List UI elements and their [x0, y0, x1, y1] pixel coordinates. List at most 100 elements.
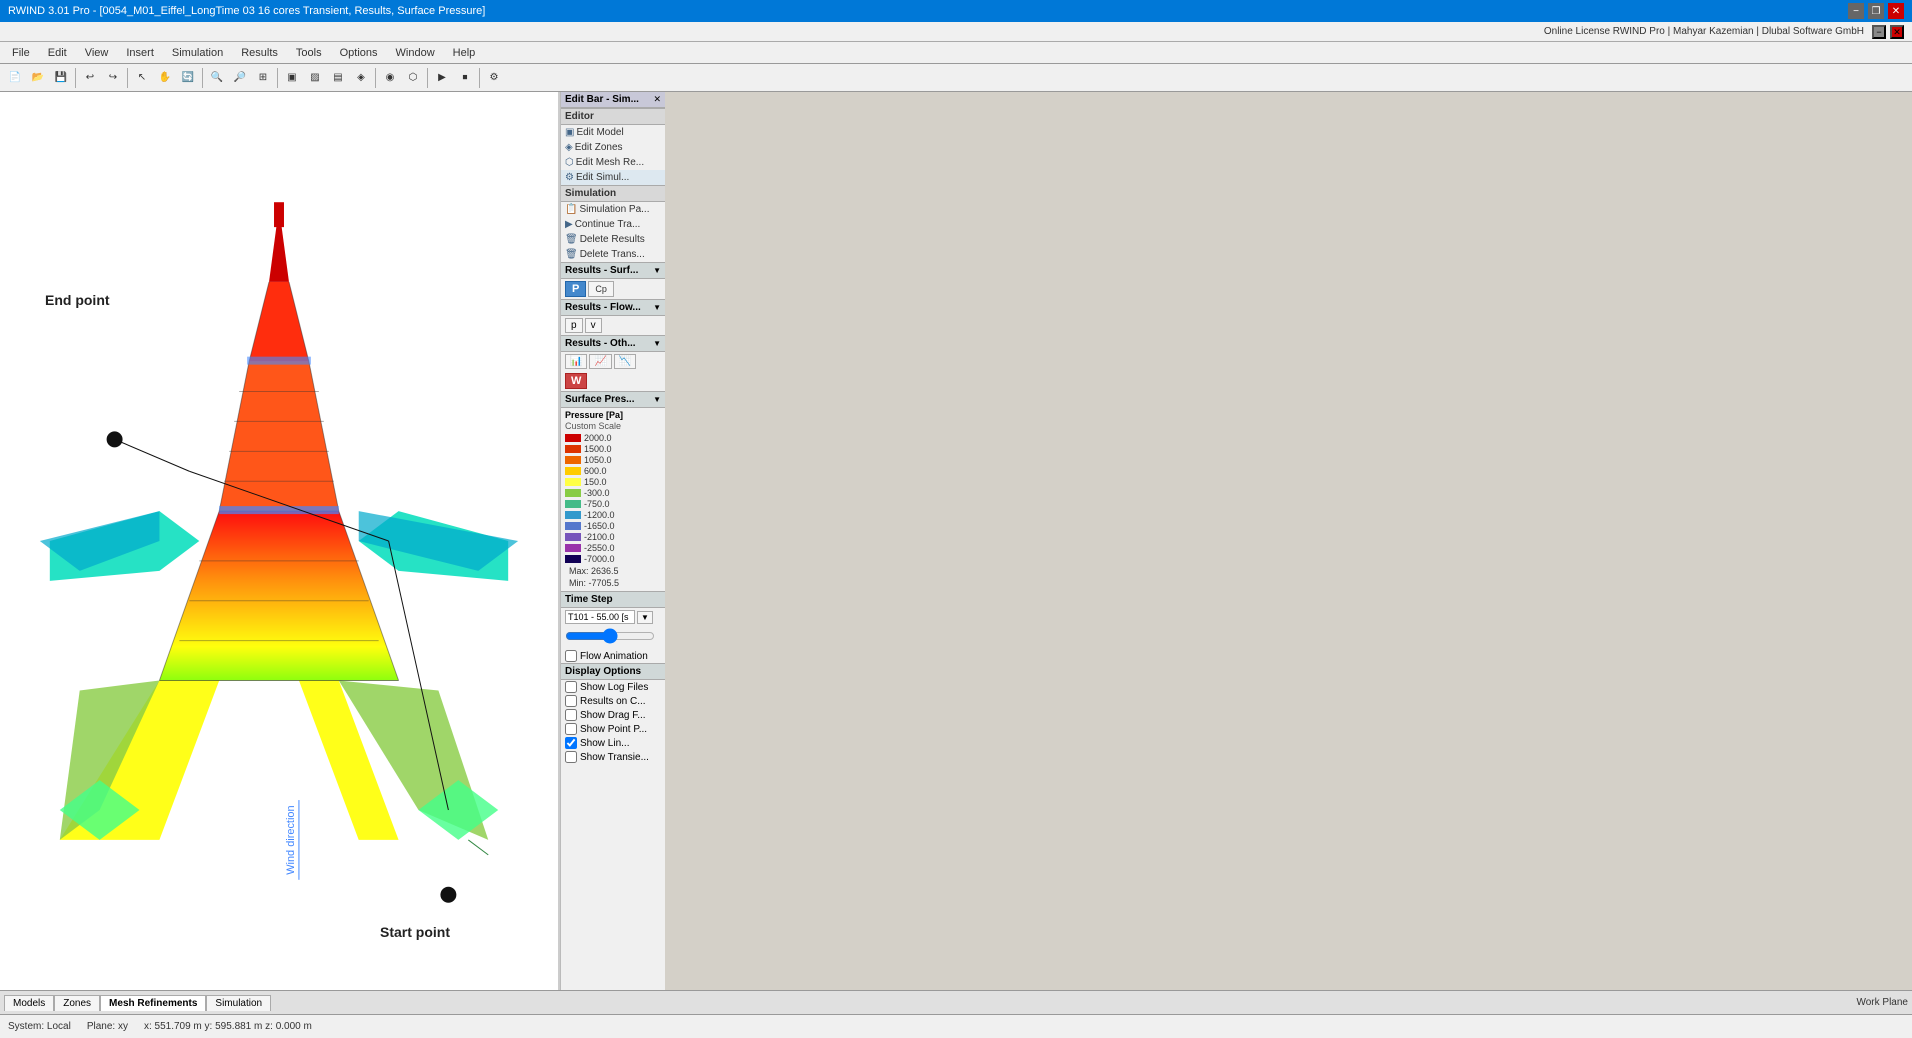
simulation-section-header: Simulation	[561, 185, 665, 202]
simul-params-btn[interactable]: 📋 Simulation Pa...	[561, 202, 665, 217]
flow-p-btn[interactable]: p	[565, 318, 583, 333]
tb-stop[interactable]: ⏹	[454, 67, 476, 89]
scale-row-2: 1050.0	[565, 455, 661, 465]
results-oth-icon1[interactable]: 📊	[565, 354, 587, 369]
online-license-bar: Online License RWIND Pro | Mahyar Kazemi…	[0, 22, 1912, 42]
tb-new[interactable]: 📄	[4, 67, 26, 89]
delete-trans-icon: 🗑	[565, 249, 578, 260]
menu-help[interactable]: Help	[445, 45, 484, 61]
tb-view-side[interactable]: ▨	[304, 67, 326, 89]
min-value: -7705.5	[589, 578, 620, 588]
pressure-cp-btn[interactable]: Cp	[588, 281, 614, 297]
tb-view-3d[interactable]: ◈	[350, 67, 372, 89]
show-point-p-row: Show Point P...	[561, 722, 665, 736]
close-button[interactable]: ✕	[1888, 3, 1904, 19]
tb-move[interactable]: ✋	[154, 67, 176, 89]
pressure-p-btn[interactable]: P	[565, 281, 586, 297]
edit-model-btn[interactable]: ▣ Edit Model	[561, 125, 665, 140]
results-on-c-row: Results on C...	[561, 694, 665, 708]
show-lin-checkbox[interactable]	[565, 737, 577, 749]
results-oth-icon3[interactable]: 📉	[614, 354, 636, 369]
tb-save[interactable]: 💾	[50, 67, 72, 89]
system-status: System: Local	[8, 1021, 71, 1032]
edit-simul-btn[interactable]: ⚙ Edit Simul...	[561, 170, 665, 185]
menu-results[interactable]: Results	[233, 45, 286, 61]
right-panel: Edit Bar - Sim... ✕ Editor ▣ Edit Model …	[560, 92, 665, 990]
tb-play[interactable]: ▶	[431, 67, 453, 89]
menu-view[interactable]: View	[77, 45, 117, 61]
flow-animation-checkbox[interactable]	[565, 650, 577, 662]
scale-row-4: 150.0	[565, 477, 661, 487]
show-point-p-checkbox[interactable]	[565, 723, 577, 735]
results-on-c-checkbox[interactable]	[565, 695, 577, 707]
max-value: 2636.5	[591, 566, 619, 576]
tb-sep-2	[127, 68, 128, 88]
3d-viewport[interactable]: Wind direction End point Start point	[0, 92, 560, 990]
tab-models[interactable]: Models	[4, 995, 54, 1011]
tb-zoom-in[interactable]: 🔍	[206, 67, 228, 89]
scale-row-7: -1200.0	[565, 510, 661, 520]
tb-rotate[interactable]: 🔄	[177, 67, 199, 89]
tb-render[interactable]: ◉	[379, 67, 401, 89]
scale-val-8: -1650.0	[584, 521, 615, 531]
show-log-files-label: Show Log Files	[580, 682, 648, 693]
scale-color-8	[565, 522, 581, 530]
minimize-button[interactable]: −	[1848, 3, 1864, 19]
results-oth-icon2[interactable]: 📈	[589, 354, 611, 369]
time-step-input[interactable]	[565, 610, 635, 624]
tb-sep-6	[427, 68, 428, 88]
tb-mesh[interactable]: ⬡	[402, 67, 424, 89]
results-oth-w-btn[interactable]: W	[565, 373, 587, 389]
online-bar-close[interactable]: ✕	[1890, 25, 1904, 39]
tb-settings[interactable]: ⚙	[483, 67, 505, 89]
menu-tools[interactable]: Tools	[288, 45, 330, 61]
window-controls: − ❐ ✕	[1848, 3, 1904, 19]
scale-color-7	[565, 511, 581, 519]
continue-trans-btn[interactable]: ▶ Continue Tra...	[561, 217, 665, 232]
restore-button[interactable]: ❐	[1868, 3, 1884, 19]
tb-redo[interactable]: ↪	[102, 67, 124, 89]
menu-insert[interactable]: Insert	[118, 45, 162, 61]
menu-file[interactable]: File	[4, 45, 38, 61]
online-bar-minimize[interactable]: −	[1872, 25, 1886, 39]
scale-row-8: -1650.0	[565, 521, 661, 531]
delete-trans-btn[interactable]: 🗑 Delete Trans...	[561, 247, 665, 262]
tab-mesh-refinements[interactable]: Mesh Refinements	[100, 995, 206, 1011]
tb-undo[interactable]: ↩	[79, 67, 101, 89]
scale-color-11	[565, 555, 581, 563]
flow-animation-row: Flow Animation	[561, 649, 665, 663]
scale-color-5	[565, 489, 581, 497]
tb-view-front[interactable]: ▣	[281, 67, 303, 89]
tb-view-top[interactable]: ▤	[327, 67, 349, 89]
tb-select[interactable]: ↖	[131, 67, 153, 89]
edit-bar-close[interactable]: ✕	[653, 94, 661, 105]
show-drag-f-checkbox[interactable]	[565, 709, 577, 721]
results-surf-header: Results - Surf...	[565, 265, 638, 276]
edit-zones-btn[interactable]: ◈ Edit Zones	[561, 140, 665, 155]
scale-color-6	[565, 500, 581, 508]
tab-simulation[interactable]: Simulation	[206, 995, 271, 1011]
delete-results-btn[interactable]: 🗑 Delete Results	[561, 232, 665, 247]
time-step-dropdown[interactable]: ▼	[637, 611, 653, 624]
time-step-slider[interactable]	[565, 628, 655, 644]
tab-zones[interactable]: Zones	[54, 995, 100, 1011]
pressure-unit-label: Pressure [Pa]	[565, 410, 661, 420]
tb-zoom-fit[interactable]: ⊞	[252, 67, 274, 89]
show-transie-checkbox[interactable]	[565, 751, 577, 763]
results-oth-chevron: ▼	[653, 339, 661, 348]
display-options-header: Display Options	[565, 666, 641, 677]
menu-window[interactable]: Window	[388, 45, 443, 61]
results-oth-header: Results - Oth...	[565, 338, 636, 349]
menu-options[interactable]: Options	[332, 45, 386, 61]
edit-mesh-btn[interactable]: ⬡ Edit Mesh Re...	[561, 155, 665, 170]
menu-simulation[interactable]: Simulation	[164, 45, 231, 61]
tb-open[interactable]: 📂	[27, 67, 49, 89]
tb-sep-7	[479, 68, 480, 88]
scale-row-9: -2100.0	[565, 532, 661, 542]
menu-edit[interactable]: Edit	[40, 45, 75, 61]
show-log-files-checkbox[interactable]	[565, 681, 577, 693]
scale-val-9: -2100.0	[584, 532, 615, 542]
flow-v-btn[interactable]: v	[585, 318, 602, 333]
scale-val-7: -1200.0	[584, 510, 615, 520]
tb-zoom-out[interactable]: 🔎	[229, 67, 251, 89]
